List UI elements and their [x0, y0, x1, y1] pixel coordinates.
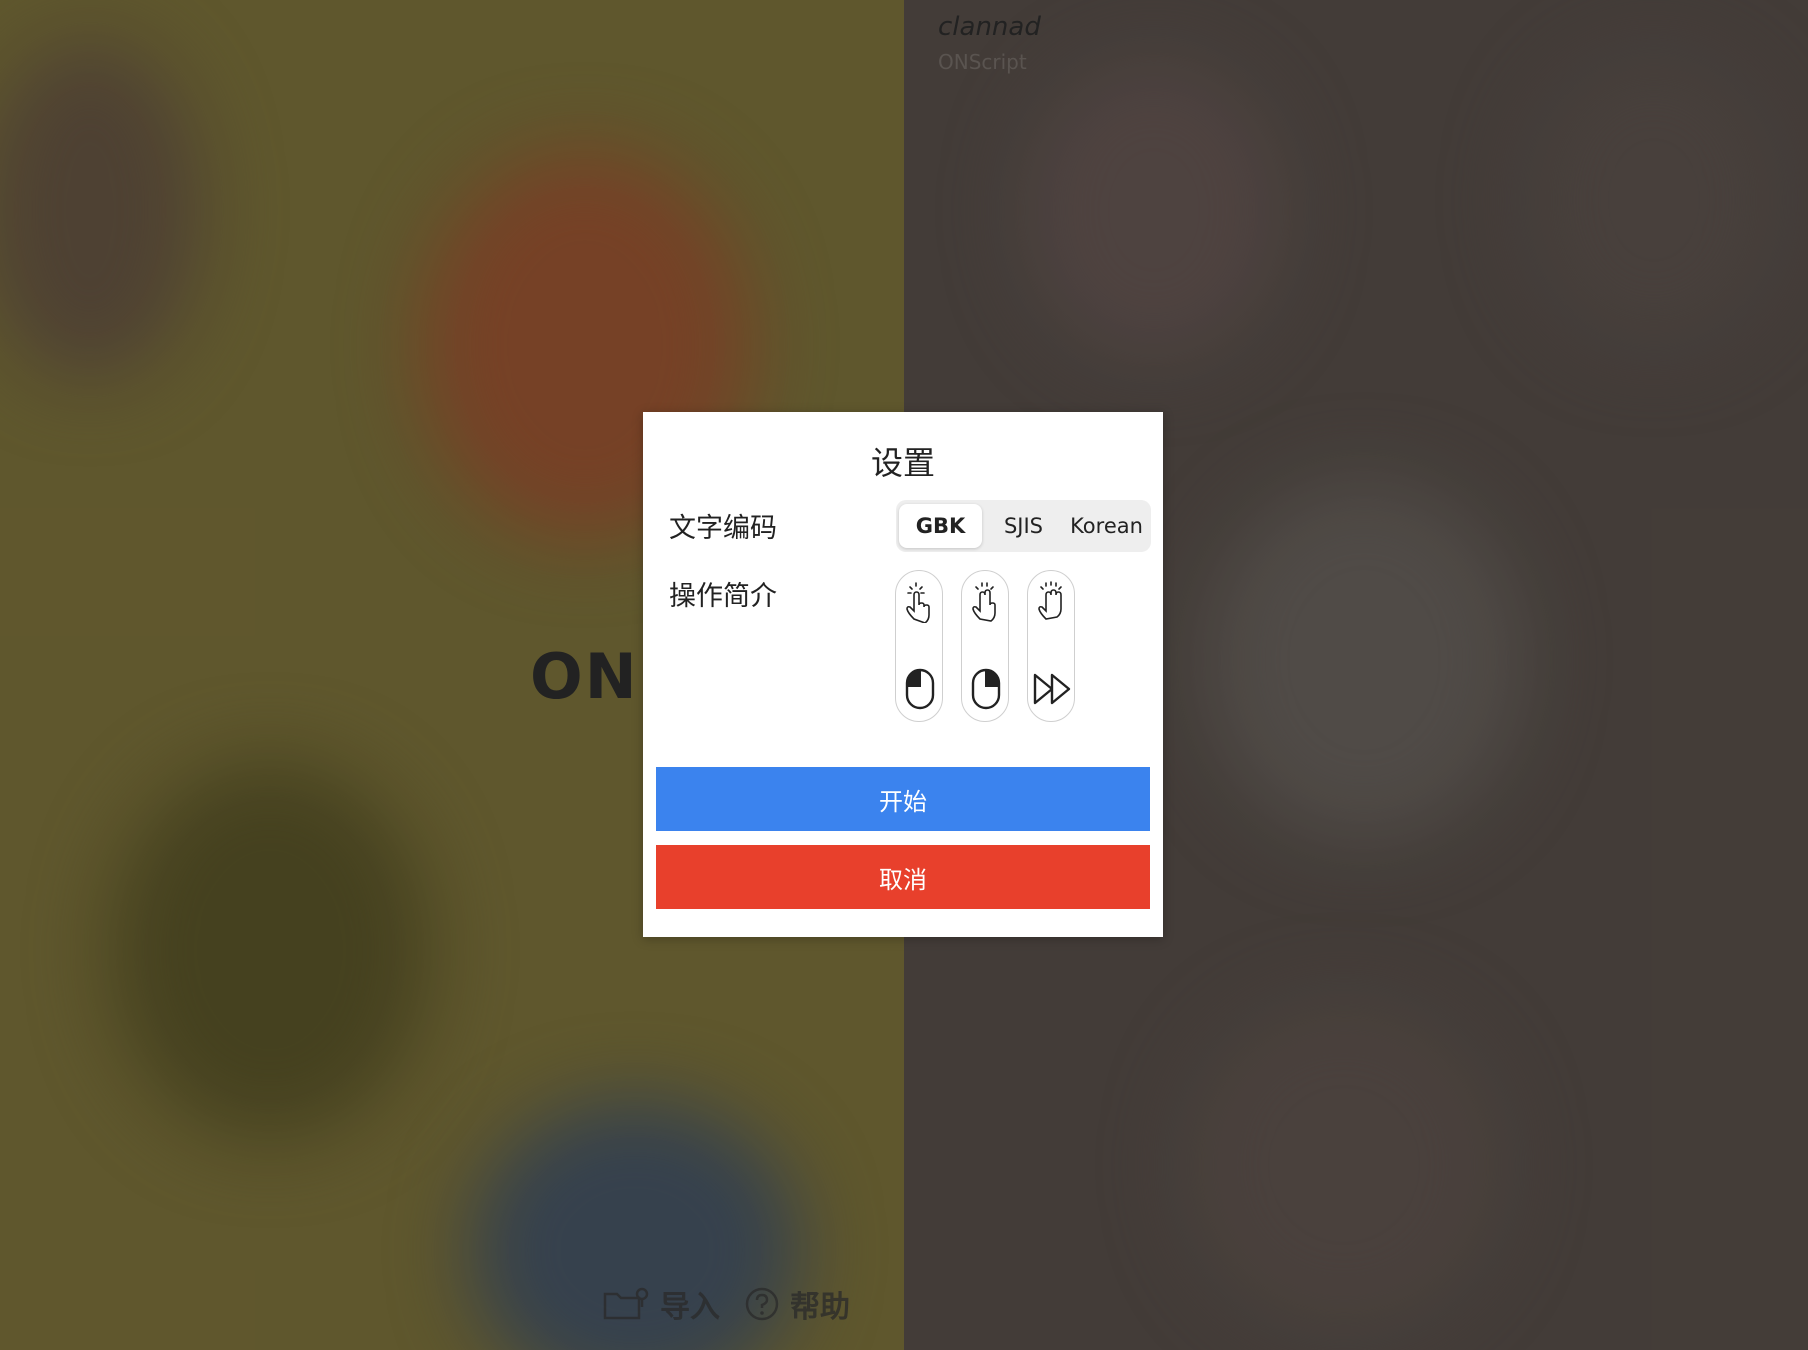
control-hint-2	[961, 570, 1009, 722]
tap-one-finger-icon	[902, 579, 938, 627]
help-circle-icon	[744, 1286, 780, 1322]
game-title: clannad	[938, 12, 1041, 42]
mouse-left-click-icon	[904, 667, 936, 715]
start-button[interactable]: 开始	[656, 767, 1150, 831]
game-engine-label: ONScript	[938, 50, 1027, 74]
encoding-option-sjis[interactable]: SJIS	[982, 504, 1065, 548]
encoding-label: 文字编码	[669, 513, 777, 544]
help-button[interactable]: 帮助	[744, 1282, 850, 1326]
encoding-segmented-control: GBK SJIS Korean	[896, 500, 1151, 552]
control-hint-3	[1027, 570, 1075, 722]
folder-import-icon	[602, 1286, 650, 1322]
import-label: 导入	[660, 1290, 720, 1325]
encoding-option-korean[interactable]: Korean	[1065, 504, 1148, 548]
controls-label: 操作简介	[669, 581, 777, 612]
cancel-button[interactable]: 取消	[656, 845, 1150, 909]
fast-forward-icon	[1032, 667, 1072, 715]
tap-two-finger-icon	[968, 579, 1004, 627]
control-hint-1	[895, 570, 943, 722]
import-button[interactable]: 导入	[602, 1282, 720, 1326]
encoding-option-gbk[interactable]: GBK	[899, 504, 982, 548]
help-label: 帮助	[790, 1290, 850, 1325]
tap-three-finger-icon	[1034, 579, 1070, 627]
settings-dialog: 设置 文字编码 GBK SJIS Korean 操作简介 开始 取消	[643, 412, 1163, 937]
dialog-title: 设置	[870, 444, 935, 482]
mouse-right-click-icon	[970, 667, 1002, 715]
bottom-toolbar: 导入 帮助	[602, 1282, 850, 1326]
